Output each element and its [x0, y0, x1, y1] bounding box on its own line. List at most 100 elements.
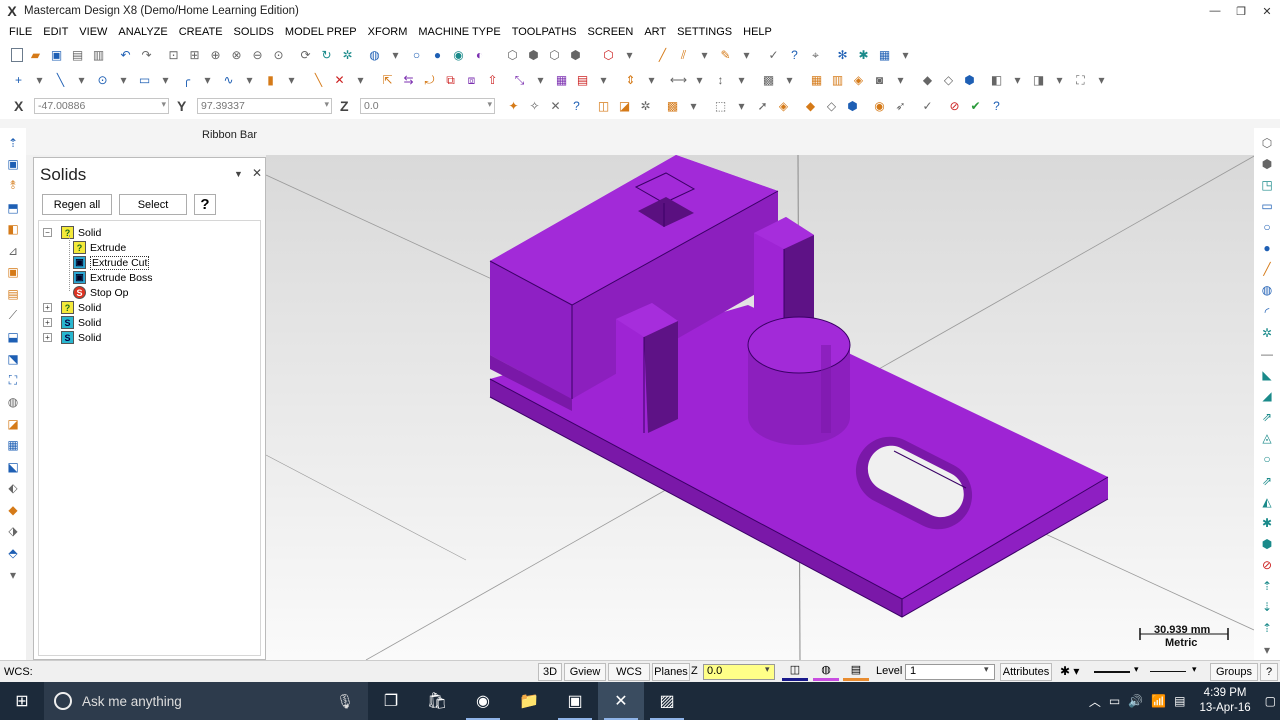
- rotate-icon[interactable]: ↻: [319, 47, 335, 63]
- action-center-icon[interactable]: ▢: [1265, 694, 1276, 708]
- menu-analyze[interactable]: ANALYZE: [118, 26, 167, 38]
- close-button[interactable]: ✕: [1254, 0, 1280, 22]
- network-icon[interactable]: 📶: [1151, 694, 1166, 708]
- fit-icon[interactable]: ⊡: [166, 47, 182, 63]
- solid-revolve-icon[interactable]: ◇: [941, 72, 957, 88]
- tool-g-icon[interactable]: ◭: [1259, 494, 1275, 510]
- dropdown-arrow-icon[interactable]: ▾: [898, 47, 914, 63]
- solid-layout-icon[interactable]: ⛶: [1073, 72, 1089, 88]
- circle-icon[interactable]: ⊙: [95, 72, 111, 88]
- backplot-icon[interactable]: ◍: [5, 394, 21, 410]
- wire-frame-icon[interactable]: ⬗: [5, 523, 21, 539]
- z-coordinate-input[interactable]: 0.0: [360, 98, 495, 114]
- post-icon[interactable]: ▦: [5, 437, 21, 453]
- cursor-config-icon[interactable]: ✕: [548, 98, 564, 114]
- menu-toolpaths[interactable]: TOOLPATHS: [512, 26, 577, 38]
- select-mask-icon[interactable]: ▩: [665, 98, 681, 114]
- line-tool-icon[interactable]: ╱: [1259, 262, 1275, 278]
- tool-k-icon[interactable]: ⇣: [1259, 600, 1275, 616]
- multiaxis-icon[interactable]: ⬘: [5, 545, 21, 561]
- gear-tool-icon[interactable]: ✲: [1259, 325, 1275, 341]
- tool-c-icon[interactable]: ⇗: [1259, 409, 1275, 425]
- auto-cursor-icon[interactable]: ✧: [527, 98, 543, 114]
- tree-item[interactable]: S Stop Op: [73, 285, 129, 300]
- dropdown-arrow-icon[interactable]: ▾: [116, 72, 132, 88]
- iso-view-icon[interactable]: ⬡: [505, 47, 521, 63]
- arc-icon[interactable]: ◜: [1259, 304, 1275, 320]
- vertical-dim-icon[interactable]: ↕: [713, 72, 729, 88]
- panel-close-icon[interactable]: ✕: [252, 166, 262, 180]
- mill-toolpath-icon[interactable]: ⇡: [5, 135, 21, 151]
- surface-finish-icon[interactable]: ⬔: [5, 351, 21, 367]
- menu-solids[interactable]: SOLIDS: [234, 26, 274, 38]
- color-wireframe-icon[interactable]: ◫: [782, 663, 808, 681]
- dropdown-arrow-icon[interactable]: ▾: [533, 72, 549, 88]
- scroll-down-icon[interactable]: ▾: [1259, 642, 1275, 658]
- fillet-icon[interactable]: ╭: [179, 72, 195, 88]
- tool-h-icon[interactable]: ✱: [1259, 515, 1275, 531]
- analyze-icon[interactable]: ⌖: [808, 47, 824, 63]
- help-question-icon[interactable]: ?: [194, 194, 216, 215]
- rectangle-icon[interactable]: ▭: [137, 72, 153, 88]
- front-view-icon[interactable]: ⬡: [547, 47, 563, 63]
- windows-start-icon[interactable]: ⊞: [0, 682, 44, 720]
- select-button[interactable]: Select: [119, 194, 187, 215]
- level-dropdown-icon[interactable]: ▾: [984, 664, 989, 675]
- array-icon[interactable]: ▦: [554, 72, 570, 88]
- globe-icon[interactable]: ◍: [1259, 283, 1275, 299]
- scale-icon[interactable]: ⧉: [443, 72, 459, 88]
- dropdown-arrow-icon[interactable]: ▾: [734, 98, 750, 114]
- solid-select-icon[interactable]: ◈: [776, 98, 792, 114]
- shaded-icon[interactable]: ●: [430, 47, 446, 63]
- menu-file[interactable]: FILE: [9, 26, 32, 38]
- customize-icon[interactable]: ✱: [856, 47, 872, 63]
- color-surface-icon[interactable]: ◍: [813, 663, 839, 681]
- zoom-target-icon[interactable]: ⊕: [208, 47, 224, 63]
- modify-length-icon[interactable]: ⇕: [623, 72, 639, 88]
- dropdown-arrow-icon[interactable]: ▾: [1010, 72, 1026, 88]
- attributes-button[interactable]: Attributes: [1000, 663, 1052, 681]
- view-top-icon[interactable]: ⬢: [1259, 156, 1275, 172]
- 3d-toggle-button[interactable]: 3D: [538, 663, 562, 681]
- print-icon[interactable]: ▤: [70, 47, 86, 63]
- dynamic-rotate-icon[interactable]: ⟳: [298, 47, 314, 63]
- sphere-shade-icon[interactable]: ◍: [367, 47, 383, 63]
- pointer-icon[interactable]: ➚: [755, 98, 771, 114]
- dropdown-arrow-icon[interactable]: ▾: [32, 72, 48, 88]
- tree-item[interactable]: + S Solid: [43, 315, 101, 330]
- no-entry-icon[interactable]: ⊘: [1259, 557, 1275, 573]
- pencil-icon[interactable]: ✎: [718, 47, 734, 63]
- dropdown-arrow-icon[interactable]: ▾: [388, 47, 404, 63]
- dropdown-arrow-icon[interactable]: ▾: [74, 72, 90, 88]
- system-clock[interactable]: 4:39 PM 13-Apr-16: [1200, 686, 1251, 716]
- help-circle-icon[interactable]: ?: [569, 98, 585, 114]
- graphics-viewport[interactable]: 30.939 mm Metric: [266, 155, 1254, 660]
- transform-toolpath-icon[interactable]: ⛶: [5, 372, 21, 388]
- settings-gear-icon[interactable]: ✻: [835, 47, 851, 63]
- wcs-button[interactable]: WCS: [608, 663, 650, 681]
- dropdown-arrow-icon[interactable]: ▾: [644, 72, 660, 88]
- tree-item[interactable]: −? Solid: [43, 225, 101, 240]
- view-iso-icon[interactable]: ⬡: [1259, 135, 1275, 151]
- unzoom-icon[interactable]: ⊖: [250, 47, 266, 63]
- tree-item[interactable]: ▣ Extrude Boss: [73, 270, 152, 285]
- new-file-icon[interactable]: [10, 48, 23, 62]
- select-all-icon[interactable]: ✲: [638, 98, 654, 114]
- tool-i-icon[interactable]: ⬢: [1259, 536, 1275, 552]
- blade-icon[interactable]: ⟋: [5, 308, 21, 324]
- print-preview-icon[interactable]: ▥: [91, 47, 107, 63]
- engrave-icon[interactable]: ▤: [5, 286, 21, 302]
- surface-rough-icon[interactable]: ⬓: [5, 329, 21, 345]
- whats-this-icon[interactable]: ?: [787, 47, 803, 63]
- solid-boolean-icon[interactable]: ◧: [989, 72, 1005, 88]
- tree-item[interactable]: + S Solid: [43, 330, 101, 345]
- shaded-edges-icon[interactable]: ◉: [451, 47, 467, 63]
- microphone-icon[interactable]: 🎙: [336, 693, 354, 710]
- tool-l-icon[interactable]: ⇡: [1259, 621, 1275, 637]
- dropdown-arrow-icon[interactable]: ▾: [158, 72, 174, 88]
- line-style-dropdown-icon[interactable]: ▾: [1134, 664, 1139, 675]
- level-input[interactable]: 1: [905, 664, 995, 680]
- fast-point-icon[interactable]: ✦: [506, 98, 522, 114]
- revolve-surface-icon[interactable]: ◈: [851, 72, 867, 88]
- line-style-icon[interactable]: [1094, 671, 1130, 673]
